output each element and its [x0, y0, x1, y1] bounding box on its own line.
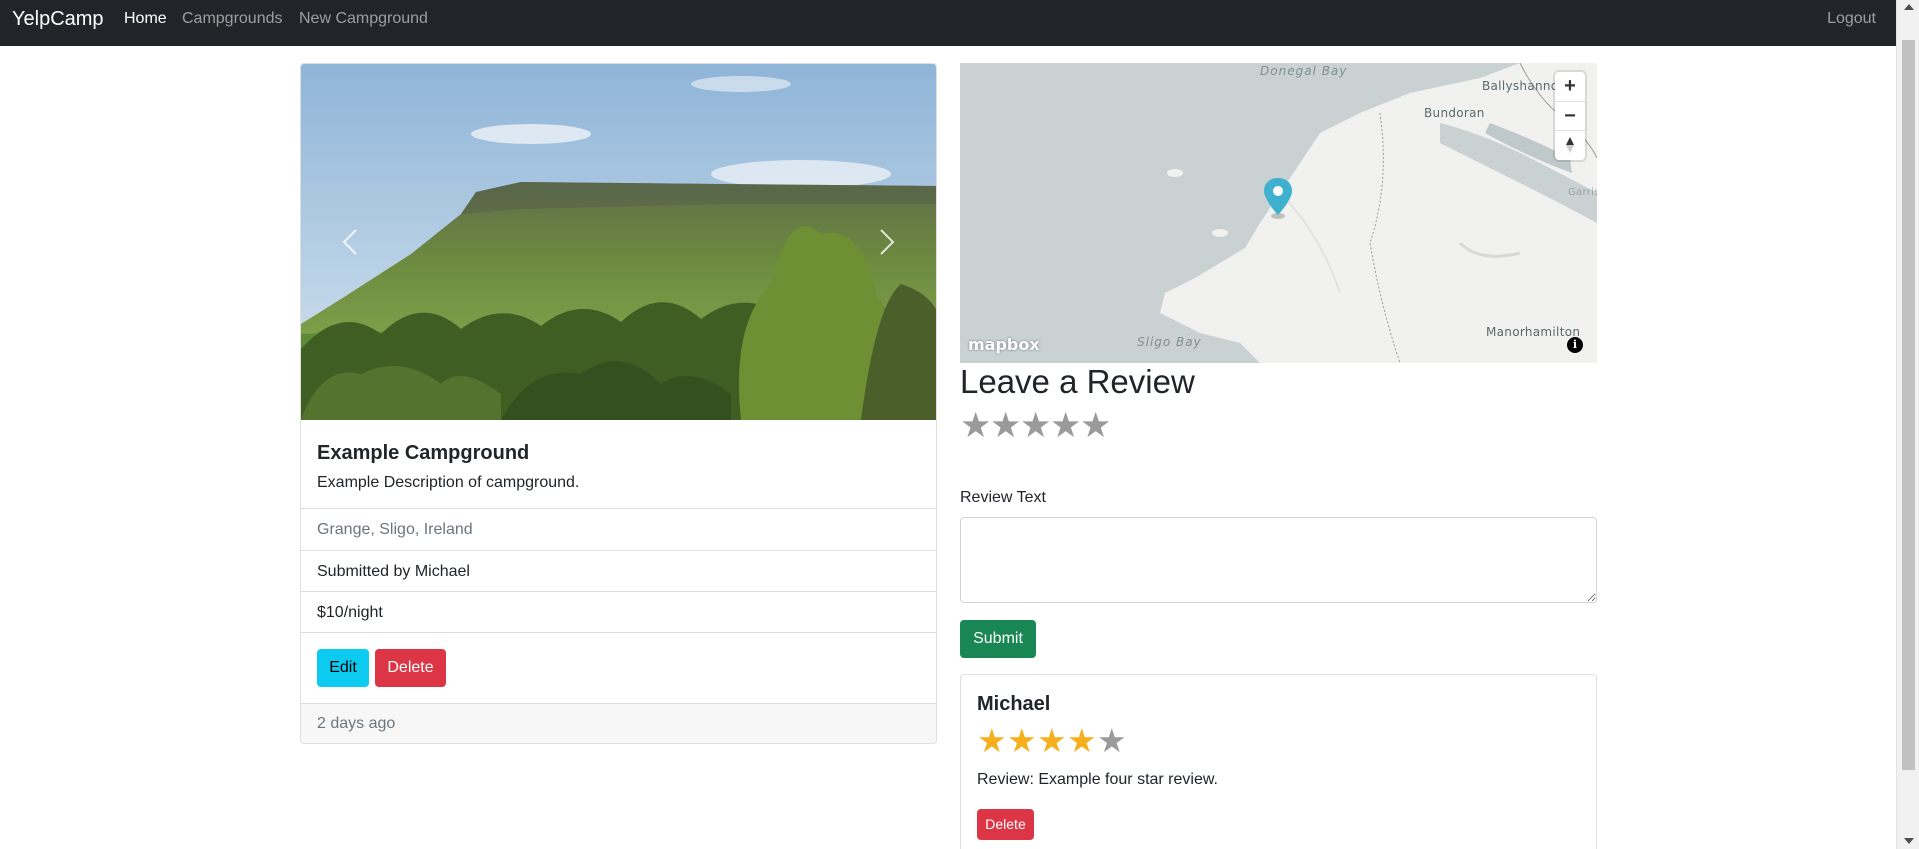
campground-map[interactable]: Donegal Bay Ballyshannon Bundoran Garris…: [960, 63, 1597, 363]
star-rating-input[interactable]: ★ ★ ★ ★ ★: [960, 408, 1111, 444]
review-text-label: Review Text: [960, 489, 1046, 506]
nav-link-new-campground[interactable]: New Campground: [299, 10, 428, 28]
campground-description: Example Description of campground.: [317, 474, 580, 491]
compass-icon: [1566, 137, 1574, 153]
star-filled-icon: ★: [1067, 722, 1097, 759]
star-empty-icon: ★: [1097, 722, 1127, 759]
campground-price: $10/night: [301, 591, 936, 632]
chevron-right-icon: [880, 229, 895, 255]
review-author: Michael: [977, 693, 1051, 715]
rating-star-3-icon[interactable]: ★: [1020, 408, 1051, 444]
map-label-bundoran: Bundoran: [1424, 106, 1485, 120]
mapbox-logo[interactable]: mapbox: [968, 335, 1040, 354]
page-scrollbar[interactable]: [1896, 0, 1919, 849]
map-pin-icon[interactable]: [1263, 178, 1293, 220]
map-label-ballyshannon: Ballyshannon: [1482, 79, 1567, 93]
star-filled-icon: ★: [1007, 722, 1037, 759]
review-body-text: Review: Example four star review.: [977, 771, 1218, 788]
rating-star-1-icon[interactable]: ★: [960, 408, 991, 444]
navbar: YelpCamp Home Campgrounds New Campground…: [0, 0, 1896, 46]
rating-star-5-icon[interactable]: ★: [1080, 408, 1111, 444]
review-form-heading: Leave a Review: [960, 363, 1195, 400]
image-carousel: [301, 64, 936, 420]
campground-photo: [301, 64, 936, 420]
compass-button[interactable]: [1555, 130, 1585, 159]
review-card: Michael ★ ★ ★ ★ ★ Review: Example four star …: [960, 674, 1597, 849]
edit-button[interactable]: Edit: [317, 649, 369, 687]
map-navigation-controls: + −: [1555, 72, 1585, 160]
campground-author: Submitted by Michael: [301, 550, 936, 591]
nav-link-campgrounds[interactable]: Campgrounds: [182, 10, 283, 28]
rating-star-4-icon[interactable]: ★: [1050, 408, 1081, 444]
rating-star-2-icon[interactable]: ★: [990, 408, 1021, 444]
map-label-donegal-bay: Donegal Bay: [1260, 64, 1348, 78]
carousel-next-button[interactable]: [871, 222, 901, 262]
review-rating-stars: ★ ★ ★ ★ ★: [977, 723, 1127, 759]
map-label-garrison: Garris: [1568, 187, 1597, 198]
scroll-down-arrow-icon[interactable]: [1904, 838, 1914, 844]
nav-link-home[interactable]: Home: [124, 10, 167, 28]
brand-logo[interactable]: YelpCamp: [12, 8, 104, 31]
card-actions: Edit Delete: [301, 632, 936, 703]
scroll-thumb[interactable]: [1902, 40, 1915, 770]
zoom-in-button[interactable]: +: [1555, 72, 1585, 101]
delete-campground-button[interactable]: Delete: [375, 649, 446, 687]
campground-location: Grange, Sligo, Ireland: [301, 508, 936, 550]
map-attribution-info-icon[interactable]: i: [1567, 337, 1583, 353]
logout-link[interactable]: Logout: [1827, 10, 1876, 28]
star-filled-icon: ★: [1037, 722, 1067, 759]
zoom-out-button[interactable]: −: [1555, 101, 1585, 130]
star-filled-icon: ★: [977, 722, 1007, 759]
submit-review-button[interactable]: Submit: [960, 620, 1036, 658]
map-label-manorhamilton: Manorhamilton: [1486, 325, 1581, 339]
map-label-sligo-bay: Sligo Bay: [1137, 335, 1202, 349]
scroll-up-arrow-icon[interactable]: [1904, 4, 1914, 10]
chevron-left-icon: [342, 229, 357, 255]
campground-title: Example Campground: [317, 442, 530, 464]
carousel-prev-button[interactable]: [336, 222, 366, 262]
campground-card: Example Campground Example Description o…: [300, 63, 937, 744]
delete-review-button[interactable]: Delete: [977, 809, 1034, 840]
review-text-field[interactable]: [960, 517, 1597, 603]
card-footer-timestamp: 2 days ago: [301, 703, 936, 743]
